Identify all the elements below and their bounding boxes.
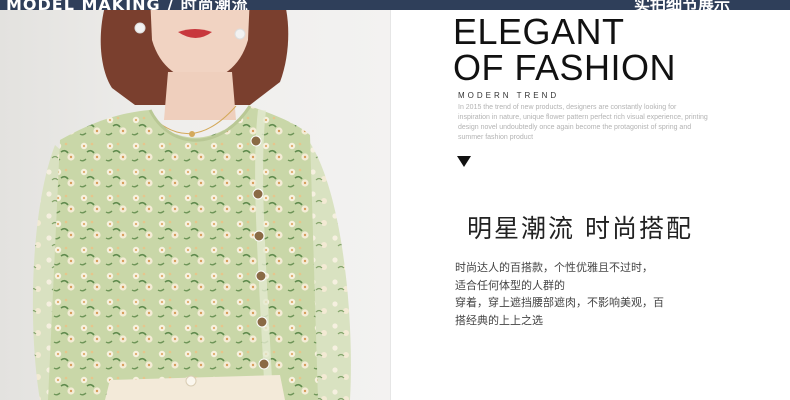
subheading: MODERN TREND <box>458 91 560 100</box>
down-triangle-icon <box>457 156 471 167</box>
headline-line-1: ELEGANT <box>453 11 625 52</box>
chinese-line: 适合任何体型的人群的 <box>455 278 565 292</box>
chinese-paragraph: 时尚达人的百搭款，个性优雅且不过时， 适合任何体型的人群的 穿着，穿上遮挡腰部遮… <box>455 259 715 329</box>
banner-left-text: MODEL MAKING / 时尚潮流 <box>6 0 249 10</box>
model-photo <box>0 10 390 400</box>
chinese-line: 搭经典的上上之选 <box>455 313 543 327</box>
top-banner: MODEL MAKING / 时尚潮流 实拍细节展示 <box>0 0 790 10</box>
chinese-line: 穿着，穿上遮挡腰部遮肉，不影响美观，百 <box>455 296 664 309</box>
description-text: In 2015 the trend of new products, desig… <box>458 104 708 141</box>
banner-right-text: 实拍细节展示 <box>633 0 730 10</box>
model-illustration <box>32 10 351 400</box>
chinese-line: 时尚达人的百搭款，个性优雅且不过时， <box>455 261 653 274</box>
divider-line <box>390 10 391 400</box>
headline-line-2: OF FASHION <box>453 47 677 88</box>
chinese-heading: 明星潮流 时尚搭配 <box>467 214 693 243</box>
